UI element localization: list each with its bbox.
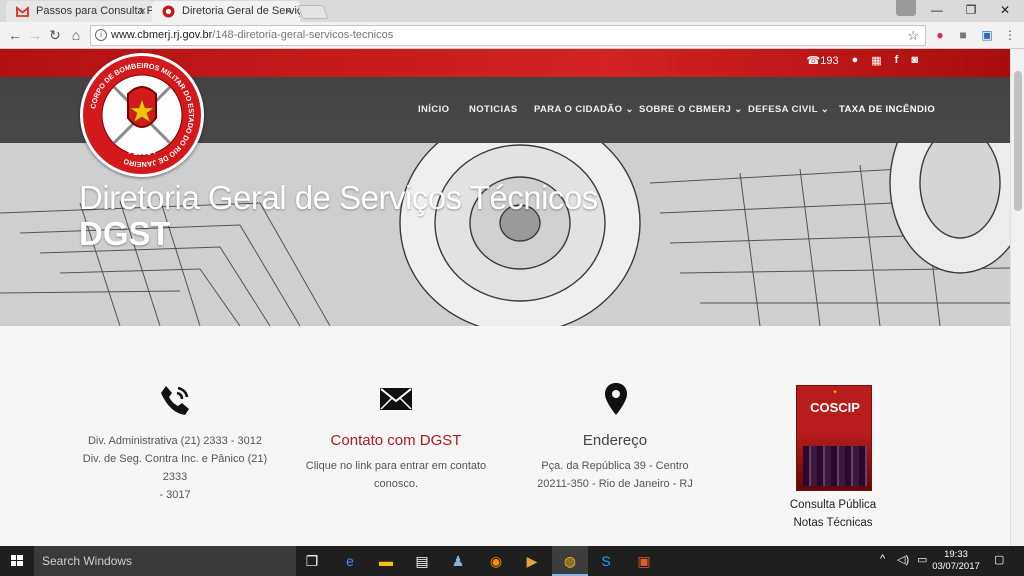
- phone-icon: [161, 386, 189, 415]
- seal-year: - 1856 -: [128, 148, 156, 157]
- address-line: Pça. da República 39 - Centro: [541, 460, 689, 472]
- tab-title: Diretoria Geral de Serviç: [182, 5, 300, 17]
- volume-icon[interactable]: ◁): [897, 553, 909, 566]
- phone-line: Div. Administrativa (21) 2333 - 3012: [87, 435, 263, 447]
- browser-chrome: Passos para Consulta Pú × Diretoria Gera…: [0, 0, 1024, 49]
- user-icon[interactable]: ●: [852, 54, 859, 67]
- gmail-icon: [16, 6, 29, 17]
- menu-noticias[interactable]: NOTICIAS: [469, 104, 518, 115]
- url-host: www.cbmerj.rj.gov.br: [111, 29, 213, 41]
- toolbar: ← → ↻ ⌂ i www.cbmerj.rj.gov.br/148-diret…: [0, 22, 1024, 49]
- calendar-icon[interactable]: ▦: [871, 54, 881, 67]
- tab-title: Passos para Consulta Pú: [36, 5, 154, 17]
- menu-defesa-civil[interactable]: DEFESA CIVIL ⌄: [748, 104, 829, 115]
- cbmerj-logo[interactable]: CORPO DE BOMBEIROS MILITAR DO ESTADO DO …: [80, 53, 204, 177]
- firefox-icon[interactable]: ◉: [486, 551, 506, 571]
- page-scrollbar[interactable]: [1010, 49, 1024, 546]
- contact-section: Div. Administrativa (21) 2333 - 3012 Div…: [0, 326, 1010, 546]
- clock-date: 03/07/2017: [932, 561, 980, 572]
- info-icon[interactable]: i: [95, 29, 107, 41]
- clock-time: 19:33: [944, 549, 968, 560]
- system-clock[interactable]: 19:33 03/07/2017: [930, 549, 982, 573]
- coscip-link[interactable]: Notas Técnicas: [780, 514, 886, 532]
- phone-line: - 3017: [159, 489, 191, 501]
- address-title: Endereço: [582, 432, 648, 449]
- tab-strip: Passos para Consulta Pú × Diretoria Gera…: [0, 0, 1024, 22]
- new-tab-button[interactable]: [297, 5, 329, 19]
- page-subtitle: DGST: [79, 215, 171, 252]
- tab-close-icon[interactable]: ×: [139, 1, 146, 22]
- top-icons: ☎193 ● ▦ f ◙: [807, 54, 918, 67]
- envelope-icon[interactable]: [380, 388, 412, 410]
- bookmark-star-icon[interactable]: ☆: [907, 26, 919, 45]
- menu-taxa-de-incendio[interactable]: TAXA DE INCÊNDIO: [839, 104, 935, 115]
- coscip-emblem-icon: ✦: [832, 390, 838, 396]
- file-explorer-icon[interactable]: ▬: [376, 551, 396, 571]
- phone-number: 193: [820, 55, 839, 67]
- coscip-book-cover[interactable]: ✦ COSCIP: [796, 385, 872, 491]
- email-description: Clique no link para entrar em contato: [305, 460, 487, 472]
- extension-icon[interactable]: ■: [955, 27, 971, 43]
- address-line: 20211-350 - Rio de Janeiro - RJ: [537, 478, 693, 490]
- map-pin-icon: [605, 383, 627, 415]
- coscip-cover-title: COSCIP: [810, 400, 860, 415]
- coscip-link[interactable]: Consulta Pública: [780, 496, 886, 514]
- app-icon[interactable]: ▣: [634, 551, 654, 571]
- cbmerj-seal-icon: [162, 5, 175, 18]
- people-icon[interactable]: ♟: [448, 551, 468, 571]
- profile-icon[interactable]: [896, 0, 916, 16]
- media-player-icon[interactable]: ▶: [522, 551, 542, 571]
- chrome-icon[interactable]: ◍: [560, 551, 580, 571]
- forward-icon[interactable]: →: [26, 26, 44, 44]
- store-icon[interactable]: ▤: [412, 551, 432, 571]
- taskbar-search[interactable]: Search Windows: [34, 546, 296, 576]
- menu-para-o-cidadao[interactable]: PARA O CIDADÃO ⌄: [534, 104, 634, 115]
- menu-inicio[interactable]: INÍCIO: [418, 104, 449, 115]
- clapper-icon[interactable]: ▣: [979, 27, 995, 43]
- pinterest-icon[interactable]: ●: [932, 27, 948, 43]
- webpage: ☎193 ● ▦ f ◙ INÍCIO NOTICIAS PARA O CIDA…: [0, 49, 1010, 546]
- menu-sobre-o-cbmerj[interactable]: SOBRE O CBMERJ ⌄: [639, 104, 743, 115]
- windows-taskbar: Search Windows ❐ e ▬ ▤ ♟ ◉ ▶ ◍ S ▣ ^ ◁) …: [0, 546, 1024, 576]
- task-view-icon[interactable]: ❐: [302, 551, 322, 571]
- phone-193-icon[interactable]: ☎193: [807, 54, 839, 67]
- home-icon[interactable]: ⌂: [67, 26, 85, 44]
- tray-chevron-icon[interactable]: ^: [880, 553, 885, 565]
- tab-gmail[interactable]: Passos para Consulta Pú ×: [6, 1, 154, 22]
- back-icon[interactable]: ←: [6, 26, 24, 44]
- email-description: conosco.: [373, 478, 419, 490]
- tab-close-icon[interactable]: ×: [285, 1, 292, 22]
- restore-icon[interactable]: ❐: [954, 0, 988, 22]
- facebook-icon[interactable]: f: [895, 54, 899, 67]
- email-contact-link[interactable]: Contato com DGST: [300, 432, 492, 449]
- skype-icon[interactable]: S: [596, 551, 616, 571]
- instagram-icon[interactable]: ◙: [911, 54, 918, 67]
- scrollbar-thumb[interactable]: [1014, 71, 1022, 211]
- reload-icon[interactable]: ↻: [46, 26, 64, 44]
- menu-dots-icon[interactable]: ⋮: [1002, 27, 1018, 43]
- network-icon[interactable]: ▭: [917, 553, 927, 566]
- phone-line: Div. de Seg. Contra Inc. e Pânico (21) 2…: [82, 453, 268, 483]
- close-window-icon[interactable]: ✕: [988, 0, 1022, 22]
- notifications-icon[interactable]: ▢: [994, 553, 1004, 566]
- page-title: Diretoria Geral de Serviços Técnicos: [79, 179, 598, 216]
- url-path: /148-diretoria-geral-servicos-tecnicos: [212, 29, 394, 41]
- tab-active[interactable]: Diretoria Geral de Serviç ×: [152, 1, 300, 22]
- minimize-icon[interactable]: —: [920, 0, 954, 22]
- edge-icon[interactable]: e: [340, 551, 360, 571]
- windows-start-icon[interactable]: [0, 546, 34, 576]
- address-bar[interactable]: i www.cbmerj.rj.gov.br/148-diretoria-ger…: [90, 25, 926, 46]
- city-skyline-graphic: [803, 446, 867, 486]
- hero-banner: ☎193 ● ▦ f ◙ INÍCIO NOTICIAS PARA O CIDA…: [0, 49, 1010, 326]
